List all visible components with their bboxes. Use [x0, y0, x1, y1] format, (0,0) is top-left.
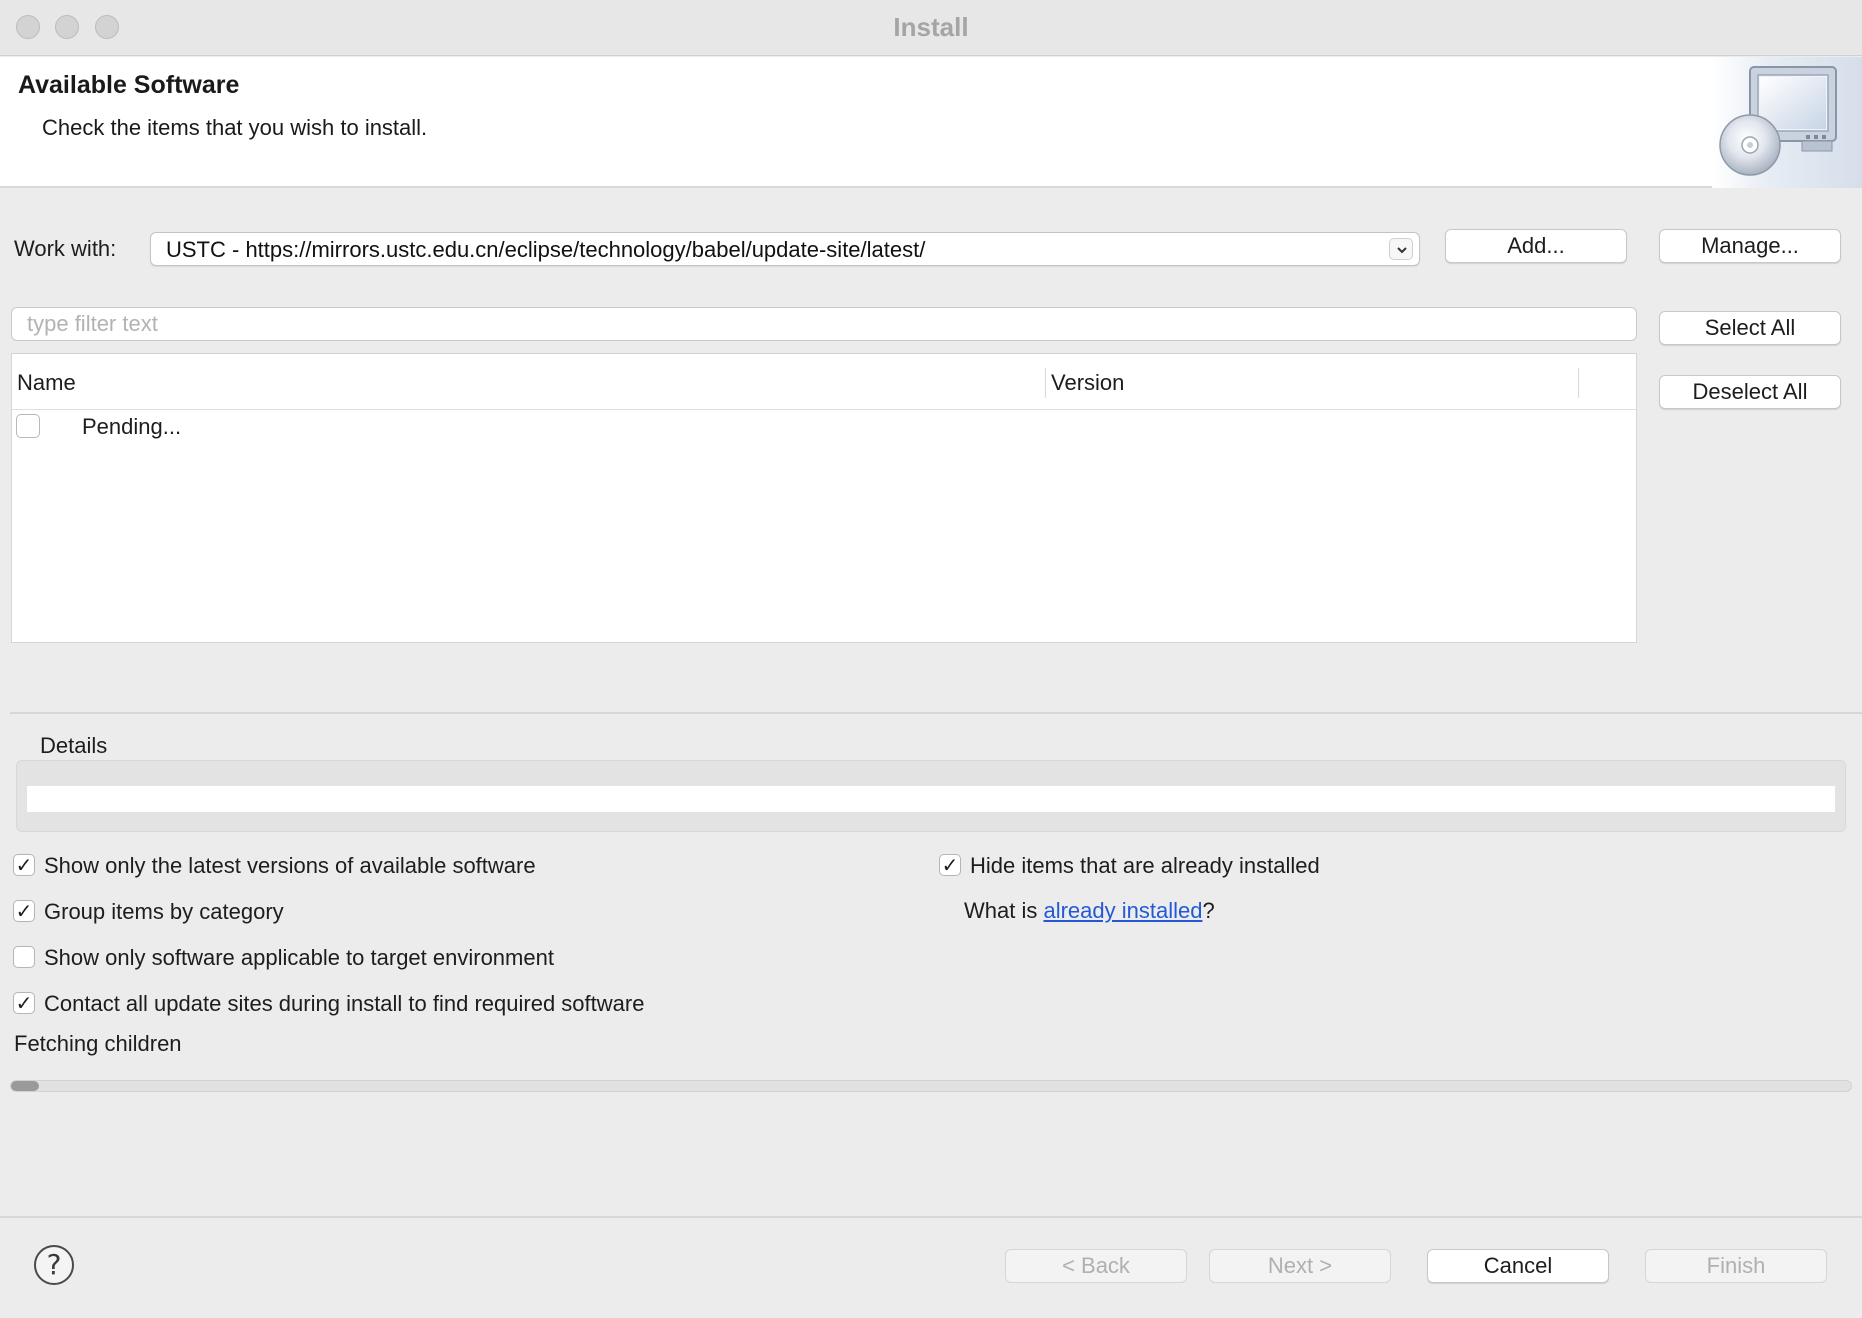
page-title: Available Software [18, 71, 240, 99]
contact-all-sites-checkbox[interactable]: ✓ [13, 992, 35, 1014]
divider [10, 712, 1862, 714]
already-installed-link[interactable]: already installed [1043, 898, 1202, 923]
work-with-value: USTC - https://mirrors.ustc.edu.cn/eclip… [166, 237, 926, 262]
what-is-installed-text: What is already installed? [964, 898, 1215, 924]
work-with-label: Work with: [14, 236, 117, 261]
group-by-category-checkbox[interactable]: ✓ [13, 900, 35, 922]
group-by-category-label: Group items by category [44, 899, 284, 924]
back-button[interactable]: < Back [1005, 1249, 1187, 1283]
column-header-version[interactable]: Version [1051, 370, 1124, 396]
hide-installed-label: Hide items that are already installed [970, 853, 1320, 878]
applicable-only-label: Show only software applicable to target … [44, 945, 554, 970]
window-title: Install [893, 12, 969, 42]
table-header: Name Version [12, 354, 1636, 410]
what-is-prefix: What is [964, 898, 1044, 923]
pending-row-checkbox[interactable] [16, 414, 40, 438]
progress-bar [10, 1080, 1852, 1092]
table-row-name: Pending... [82, 414, 182, 439]
details-group [16, 760, 1846, 832]
install-wizard-banner-art [1712, 57, 1862, 188]
chevron-down-icon[interactable] [1389, 238, 1413, 260]
column-divider[interactable] [1045, 368, 1046, 398]
progress-bar-fill [11, 1081, 39, 1091]
filter-input[interactable] [11, 307, 1637, 341]
manage-sites-button[interactable]: Manage... [1659, 229, 1841, 263]
latest-versions-checkbox[interactable]: ✓ [13, 854, 35, 876]
select-all-button[interactable]: Select All [1659, 311, 1841, 345]
question-mark-icon[interactable]: ? [34, 1245, 74, 1285]
divider [0, 1216, 1862, 1218]
cancel-button[interactable]: Cancel [1427, 1249, 1609, 1283]
applicable-only-checkbox[interactable] [13, 946, 35, 968]
computer-cd-icon [1719, 66, 1837, 176]
finish-button[interactable]: Finish [1645, 1249, 1827, 1283]
deselect-all-button[interactable]: Deselect All [1659, 375, 1841, 409]
hide-installed-checkbox[interactable]: ✓ [939, 854, 961, 876]
next-button[interactable]: Next > [1209, 1249, 1391, 1283]
column-header-name[interactable]: Name [17, 370, 76, 396]
details-label: Details [40, 733, 108, 758]
details-text-area [27, 786, 1835, 812]
software-table: Name Version Pending... [11, 353, 1637, 643]
what-is-suffix: ? [1202, 898, 1215, 923]
latest-versions-label: Show only the latest versions of availab… [44, 853, 536, 878]
header-banner: Available Software Check the items that … [0, 57, 1862, 188]
install-dialog: Install Available Software Check the ite… [0, 0, 1862, 1318]
work-with-combo[interactable]: USTC - https://mirrors.ustc.edu.cn/eclip… [150, 232, 1420, 266]
column-divider[interactable] [1578, 368, 1579, 398]
status-text: Fetching children [14, 1031, 182, 1056]
title-bar: Install [0, 0, 1862, 56]
contact-all-sites-label: Contact all update sites during install … [44, 991, 645, 1016]
add-site-button[interactable]: Add... [1445, 229, 1627, 263]
page-description: Check the items that you wish to install… [42, 115, 428, 140]
